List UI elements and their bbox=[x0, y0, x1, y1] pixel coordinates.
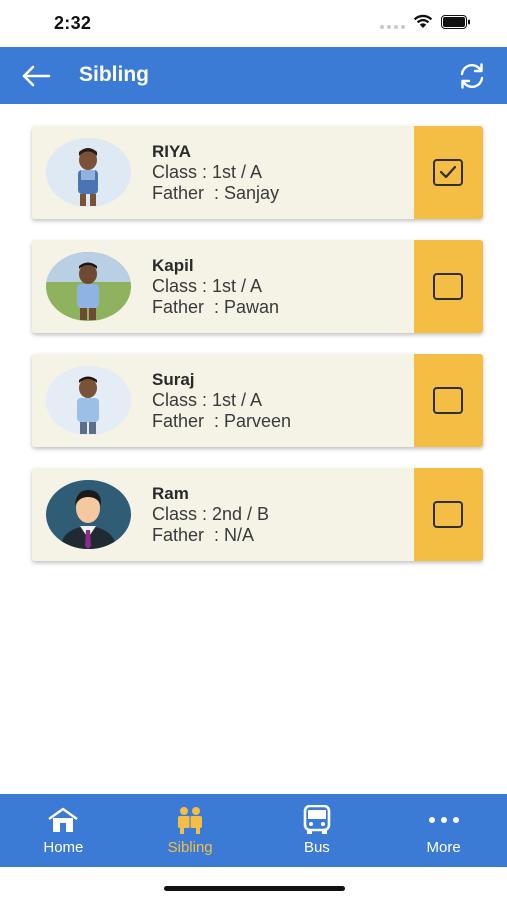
sibling-card[interactable]: Kapil Class : 1st / A Father : Pawan bbox=[32, 240, 483, 333]
sibling-card[interactable]: RIYA Class : 1st / A Father : Sanjay bbox=[32, 126, 483, 219]
nav-bus[interactable]: Bus bbox=[254, 794, 381, 867]
father-name: Father : Sanjay bbox=[152, 183, 280, 203]
student-name: Suraj bbox=[152, 370, 195, 389]
app-bar: Sibling bbox=[0, 47, 507, 104]
nav-home[interactable]: Home bbox=[0, 794, 127, 867]
back-button[interactable] bbox=[20, 62, 52, 90]
sibling-icon bbox=[173, 806, 207, 834]
wifi-icon bbox=[413, 14, 433, 29]
select-sibling-toggle[interactable] bbox=[414, 126, 483, 219]
home-indicator bbox=[164, 886, 345, 891]
cellular-signal-icon bbox=[380, 15, 405, 29]
father-name: Father : Pawan bbox=[152, 297, 280, 317]
student-name: Kapil bbox=[152, 256, 194, 275]
checkbox-unchecked[interactable] bbox=[433, 501, 463, 528]
status-time: 2:32 bbox=[54, 13, 92, 33]
student-class: Class : 1st / A bbox=[152, 390, 263, 410]
nav-bus-label: Bus bbox=[303, 839, 330, 856]
nav-home-label: Home bbox=[43, 839, 84, 856]
status-bar: 2:32 bbox=[0, 0, 507, 47]
refresh-icon bbox=[460, 63, 484, 89]
select-sibling-toggle[interactable] bbox=[414, 468, 483, 561]
battery-icon bbox=[441, 14, 471, 29]
father-name: Father : N/A bbox=[152, 525, 255, 545]
arrow-left-icon bbox=[22, 65, 51, 87]
student-name: RIYA bbox=[152, 142, 192, 161]
sibling-card[interactable]: Suraj Class : 1st / A Father : Parveen bbox=[32, 354, 483, 447]
checkbox-checked[interactable] bbox=[433, 159, 463, 186]
father-name: Father : Parveen bbox=[152, 411, 292, 431]
student-photo bbox=[46, 252, 131, 321]
checkbox-unchecked[interactable] bbox=[433, 387, 463, 414]
nav-sibling[interactable]: Sibling bbox=[127, 794, 254, 867]
sibling-list: RIYA Class : 1st / A Father : Sanjay Kap… bbox=[32, 126, 484, 582]
default-person-avatar-icon bbox=[46, 480, 131, 549]
bus-icon bbox=[300, 805, 334, 834]
student-class: Class : 1st / A bbox=[152, 162, 263, 182]
student-class: Class : 1st / A bbox=[152, 276, 263, 296]
student-class: Class : 2nd / B bbox=[152, 504, 270, 524]
refresh-button[interactable] bbox=[457, 61, 487, 91]
nav-sibling-label: Sibling bbox=[167, 839, 213, 856]
bottom-navigation: Home Sibling Bus More bbox=[0, 794, 507, 867]
student-name: Ram bbox=[152, 484, 189, 503]
nav-more-label: More bbox=[426, 839, 461, 856]
page-title: Sibling bbox=[79, 63, 149, 86]
nav-more[interactable]: More bbox=[380, 794, 507, 867]
home-icon bbox=[46, 806, 80, 834]
select-sibling-toggle[interactable] bbox=[414, 240, 483, 333]
more-icon bbox=[427, 806, 461, 834]
checkbox-unchecked[interactable] bbox=[433, 273, 463, 300]
student-photo bbox=[46, 366, 131, 435]
sibling-card[interactable]: Ram Class : 2nd / B Father : N/A bbox=[32, 468, 483, 561]
student-photo bbox=[46, 138, 131, 207]
select-sibling-toggle[interactable] bbox=[414, 354, 483, 447]
check-icon bbox=[439, 165, 457, 179]
